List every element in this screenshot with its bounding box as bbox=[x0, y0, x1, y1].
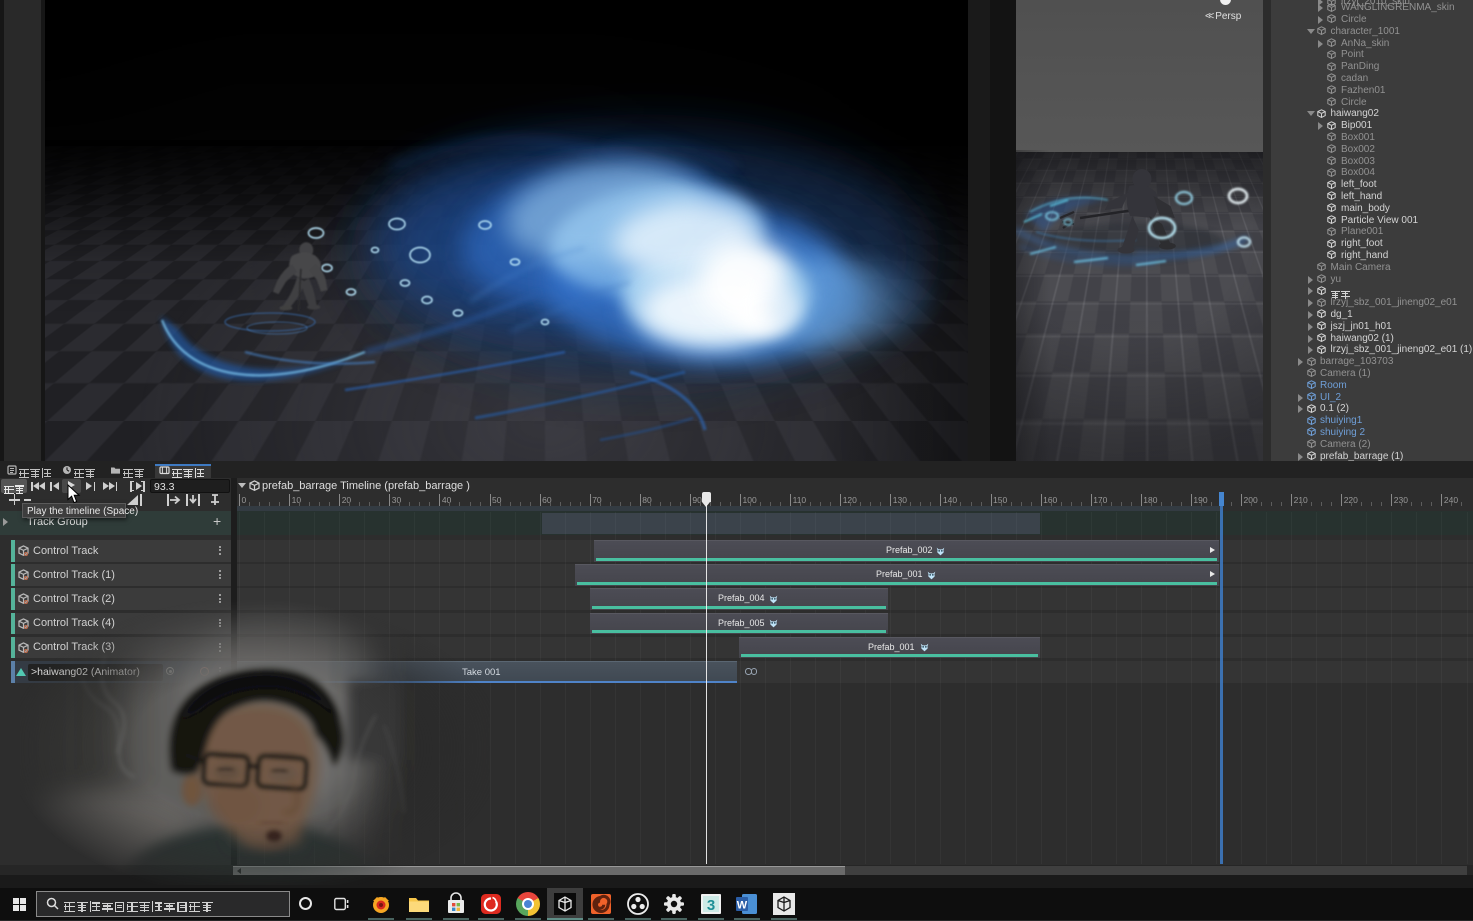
svg-text:3: 3 bbox=[707, 897, 715, 914]
svg-text:W: W bbox=[737, 900, 748, 912]
